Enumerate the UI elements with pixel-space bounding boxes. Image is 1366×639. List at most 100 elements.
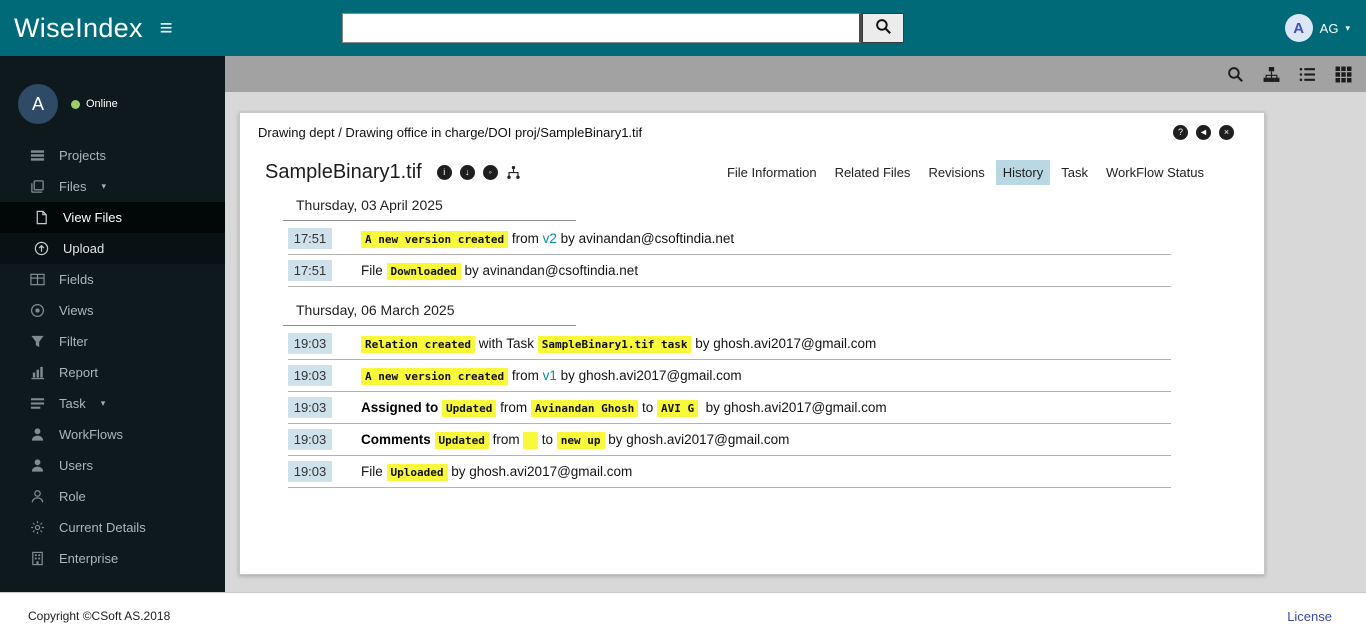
copyright-text: Copyright ©CSoft AS.2018 xyxy=(28,609,170,623)
tab-task[interactable]: Task xyxy=(1054,160,1095,185)
card-window-icons: ? ◄ × xyxy=(1173,125,1234,140)
history-text-segment: Comments xyxy=(361,432,435,447)
time-badge: 19:03 xyxy=(288,397,332,418)
sidebar-item-label: Views xyxy=(59,303,93,318)
chevron-down-icon: ▾ xyxy=(101,181,106,192)
search-button[interactable] xyxy=(862,13,904,43)
time-badge: 19:03 xyxy=(288,365,332,386)
app: WiseIndex ≡ A AG ▾ A Online xyxy=(0,0,1366,639)
tab-workflow-status[interactable]: WorkFlow Status xyxy=(1099,160,1211,185)
sidebar-item-current-details[interactable]: Current Details xyxy=(0,512,225,543)
search-icon[interactable] xyxy=(1227,66,1244,83)
history-text-segment: from xyxy=(508,231,543,246)
history-message: File Uploaded by ghosh.avi2017@gmail.com xyxy=(361,464,632,479)
history-message: Assigned to Updated from Avinandan Ghosh… xyxy=(361,400,887,415)
user-name: AG xyxy=(1320,21,1339,36)
time-badge: 19:03 xyxy=(288,461,332,482)
online-status-dot xyxy=(71,100,80,109)
main-area: Drawing dept / Drawing office in charge/… xyxy=(225,56,1366,592)
sidebar-item-label: Users xyxy=(59,458,93,473)
history-text-segment: new up xyxy=(557,432,605,449)
history-text-segment: by ghosh.avi2017@gmail.com xyxy=(605,432,790,447)
sidebar-item-label: Projects xyxy=(59,148,106,163)
info-icon[interactable]: i xyxy=(437,165,452,180)
sidebar-item-fields[interactable]: Fields xyxy=(0,264,225,295)
history-text-segment: A new version created xyxy=(361,231,508,248)
download-icon[interactable]: ↓ xyxy=(460,165,475,180)
history-entry: 19:03 File Uploaded by ghosh.avi2017@gmai… xyxy=(288,456,1171,488)
tab-history[interactable]: History xyxy=(996,160,1050,185)
history-text-segment: to xyxy=(638,400,657,415)
history-text-segment: with Task xyxy=(475,336,538,351)
preview-icon[interactable]: ◦ xyxy=(483,165,498,180)
sidebar-item-files[interactable]: Files▾ xyxy=(0,171,225,202)
tab-file-information[interactable]: File Information xyxy=(720,160,824,185)
history-text-segment: Uploaded xyxy=(387,464,448,481)
history-message: A new version created from v1 by ghosh.a… xyxy=(361,368,742,383)
sidebar-item-workflows[interactable]: WorkFlows xyxy=(0,419,225,450)
search-input[interactable] xyxy=(342,13,861,43)
sidebar-item-projects[interactable]: Projects xyxy=(0,148,225,171)
hamburger-menu-icon[interactable]: ≡ xyxy=(160,17,173,39)
history-entry: 19:03 Comments Updated from to new up by … xyxy=(288,424,1171,456)
history-text-segment: by ghosh.avi2017@gmail.com xyxy=(698,400,887,415)
history-list: Thursday, 03 April 202517:51A new versio… xyxy=(288,197,1234,488)
chevron-down-icon: ▾ xyxy=(1345,23,1350,34)
content-area: Drawing dept / Drawing office in charge/… xyxy=(225,92,1366,592)
detail-tabs: File InformationRelated FilesRevisionsHi… xyxy=(720,160,1211,185)
history-text-segment: Avinandan Ghosh xyxy=(531,400,638,417)
app-logo: WiseIndex xyxy=(14,13,143,44)
sidebar-item-enterprise[interactable]: Enterprise xyxy=(0,543,225,574)
sidebar-item-view-files[interactable]: View Files xyxy=(0,202,225,233)
sitemap-icon[interactable] xyxy=(1263,66,1280,83)
history-text-segment: from xyxy=(508,368,543,383)
history-text-segment: to xyxy=(538,432,557,447)
current-details-icon xyxy=(30,520,46,535)
sidebar-menu: Projects Files▾ View Files UploadFields View… xyxy=(0,148,225,592)
file-detail-card: Drawing dept / Drawing office in charge/… xyxy=(239,112,1265,575)
search-icon xyxy=(875,18,892,38)
sidebar-item-views[interactable]: Views xyxy=(0,295,225,326)
sidebar-item-label: Current Details xyxy=(59,520,146,535)
history-message: Comments Updated from to new up by ghosh… xyxy=(361,432,789,447)
history-text-segment: Downloaded xyxy=(387,263,461,280)
sidebar-item-label: View Files xyxy=(63,210,122,225)
help-icon[interactable]: ? xyxy=(1173,125,1188,140)
sidebar-item-upload[interactable]: Upload xyxy=(0,233,225,264)
close-icon[interactable]: × xyxy=(1219,125,1234,140)
history-entry: 19:03Relation created with Task SampleBi… xyxy=(288,328,1171,360)
sidebar-item-label: Enterprise xyxy=(59,551,118,566)
online-status-label: Online xyxy=(86,98,118,110)
sidebar-item-filter[interactable]: Filter xyxy=(0,326,225,357)
license-link[interactable]: License xyxy=(1287,609,1332,624)
sidebar-item-report[interactable]: Report xyxy=(0,357,225,388)
title-row: SampleBinary1.tif i↓◦ File InformationRe… xyxy=(265,160,1211,185)
history-entries: 17:51A new version created from v2 by av… xyxy=(288,223,1171,287)
list-icon[interactable] xyxy=(1299,66,1316,83)
history-text-segment: by ghosh.avi2017@gmail.com xyxy=(448,464,633,479)
sidebar-item-task[interactable]: Task▾ xyxy=(0,388,225,419)
back-icon[interactable]: ◄ xyxy=(1196,125,1211,140)
tree-view-icon[interactable] xyxy=(506,165,521,180)
sidebar-item-role[interactable]: Role xyxy=(0,481,225,512)
time-badge: 19:03 xyxy=(288,429,332,450)
tab-related-files[interactable]: Related Files xyxy=(828,160,918,185)
avatar: A xyxy=(1285,14,1313,42)
version-link[interactable]: v2 xyxy=(543,231,557,246)
history-text-segment xyxy=(523,432,538,449)
tab-revisions[interactable]: Revisions xyxy=(921,160,991,185)
time-badge: 19:03 xyxy=(288,333,332,354)
top-header: WiseIndex ≡ A AG ▾ xyxy=(0,0,1366,56)
grid-icon[interactable] xyxy=(1335,66,1352,83)
upload-icon xyxy=(34,241,50,256)
workflows-icon xyxy=(30,427,46,442)
role-icon xyxy=(30,489,46,504)
history-group: Thursday, 06 March 202519:03Relation cre… xyxy=(288,302,1234,488)
version-link[interactable]: v1 xyxy=(543,368,557,383)
file-action-icons: i ↓ ◦ xyxy=(437,165,521,180)
history-text-segment: A new version created xyxy=(361,368,508,385)
view-toolbar xyxy=(225,56,1366,92)
fields-icon xyxy=(30,272,46,287)
sidebar-item-users[interactable]: Users xyxy=(0,450,225,481)
user-menu[interactable]: A AG ▾ xyxy=(1285,14,1350,42)
